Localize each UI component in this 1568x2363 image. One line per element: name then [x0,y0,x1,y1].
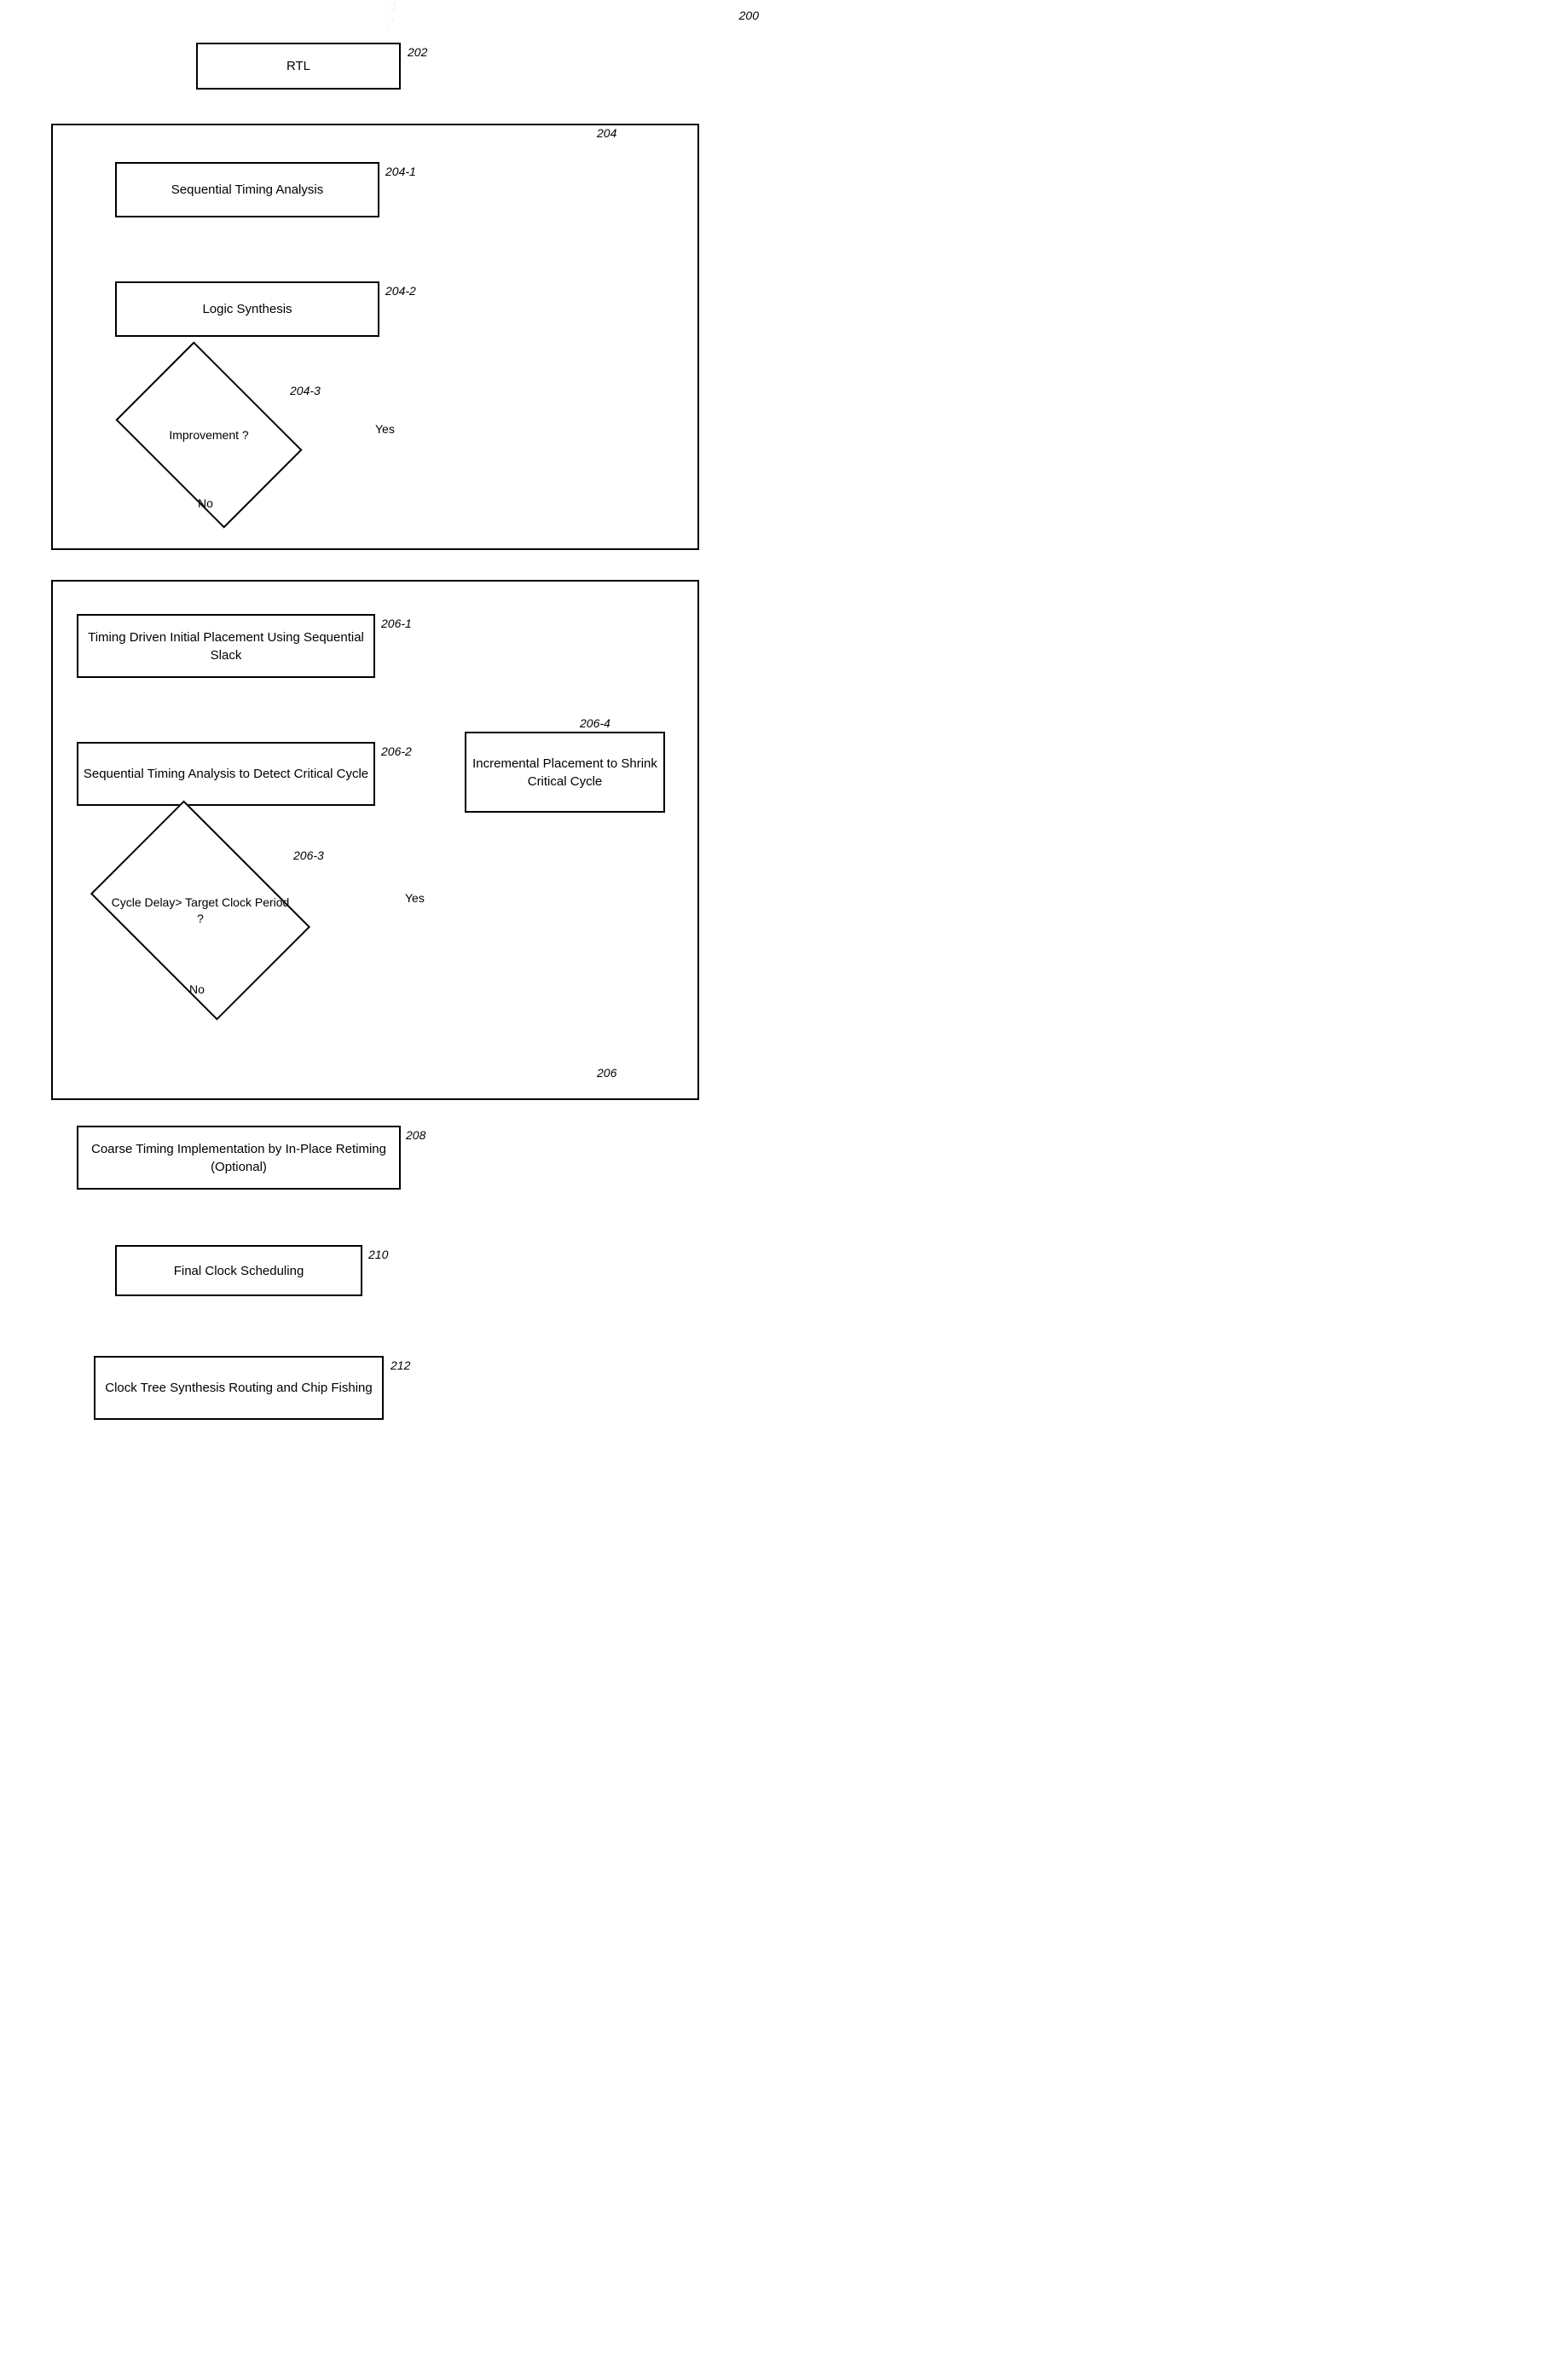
ref-206-4: 206-4 [580,716,610,730]
ref-204-2: 204-2 [385,284,416,298]
ref-208: 208 [406,1128,425,1142]
incremental-placement-box: Incremental Placement to Shrink Critical… [465,732,665,813]
rtl-box: RTL [196,43,401,90]
cycle-no-label: No [189,982,205,996]
ref-212: 212 [391,1358,410,1372]
improvement-yes-label: Yes [375,422,395,436]
ref-206-2: 206-2 [381,744,412,758]
seq-timing-analysis-2-box: Sequential Timing Analysis to Detect Cri… [77,742,375,806]
final-clock-box: Final Clock Scheduling [115,1245,362,1296]
ref-202: 202 [408,45,427,59]
coarse-timing-box: Coarse Timing Implementation by In-Place… [77,1126,401,1190]
timing-driven-placement-box: Timing Driven Initial Placement Using Se… [77,614,375,678]
clock-tree-box: Clock Tree Synthesis Routing and Chip Fi… [94,1356,384,1420]
ref-204-3: 204-3 [290,384,321,397]
ref-206-1: 206-1 [381,617,412,630]
improvement-diamond: Improvement ? [132,379,286,490]
ref-206: 206 [597,1066,616,1080]
diagram-container: 200 RTL 202 204 Sequential Timing Analys… [0,0,784,34]
ref-210: 210 [368,1248,388,1261]
ref-200: 200 [739,9,759,22]
improvement-no-label: No [198,496,213,510]
logic-synthesis-box: Logic Synthesis [115,281,379,337]
cycle-yes-label: Yes [405,891,425,905]
ref-204: 204 [597,126,616,140]
ref-204-1: 204-1 [385,165,416,178]
arrows-svg [0,0,784,34]
cycle-delay-diamond: Cycle Delay> Target Clock Period ? [111,844,290,976]
seq-timing-analysis-1-box: Sequential Timing Analysis [115,162,379,217]
ref-206-3: 206-3 [293,848,324,862]
